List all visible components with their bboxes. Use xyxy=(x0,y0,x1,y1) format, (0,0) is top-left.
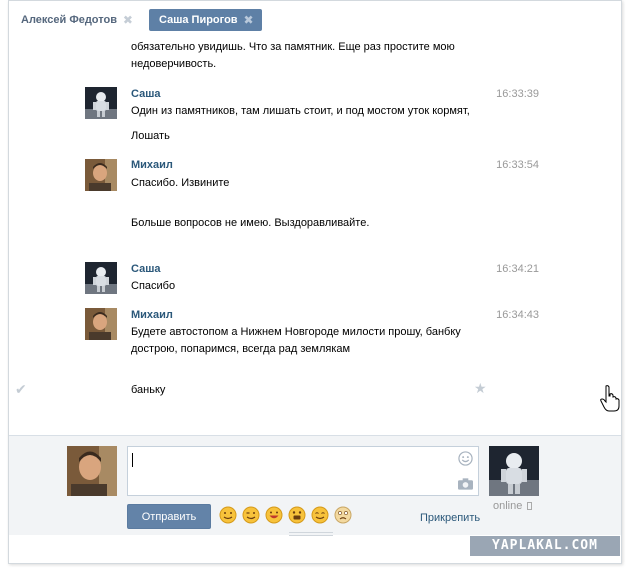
message-line: Спасибо. Извините xyxy=(131,177,230,189)
smile-emoji-icon[interactable] xyxy=(219,506,237,524)
star-icon[interactable]: ★ xyxy=(474,380,487,397)
message-line: недоверчивость. xyxy=(131,58,217,70)
smile-icon[interactable] xyxy=(458,451,473,466)
message-line: Больше вопросов не имею. Выздоравливайте… xyxy=(131,217,370,229)
message-composer: online Отправить Прикрепить xyxy=(9,435,621,536)
mobile-icon xyxy=(527,502,533,510)
emoji-bar xyxy=(219,506,354,526)
avatar-mikhail[interactable] xyxy=(85,308,117,340)
message-author[interactable]: Михаил xyxy=(131,159,173,171)
message-text: Спасибо xyxy=(131,278,511,295)
message-line: Будете автостопом а Нижнем Новгороде мил… xyxy=(131,326,461,338)
message-input[interactable] xyxy=(127,446,479,496)
message-text: баньку xyxy=(131,382,511,399)
message-text: Больше вопросов не имею. Выздоравливайте… xyxy=(131,215,511,232)
watermark-logo: YAPLAKAL.COM xyxy=(470,536,620,556)
attach-link[interactable]: Прикрепить xyxy=(420,512,480,524)
tab-label: Алексей Федотов xyxy=(21,14,117,26)
message-time: 16:34:43 xyxy=(496,309,539,321)
read-check-icon[interactable]: ✔ xyxy=(15,381,27,398)
message-line: обязательно увидишь. Что за памятник. Ещ… xyxy=(131,41,455,53)
astronaut-avatar-icon xyxy=(85,262,117,294)
tab-label: Саша Пирогов xyxy=(159,14,238,26)
peer-avatar[interactable] xyxy=(489,446,539,496)
message-history[interactable]: обязательно увидишь. Что за памятник. Ещ… xyxy=(9,37,621,435)
status-text: online xyxy=(493,500,523,512)
message-time: 16:33:54 xyxy=(496,159,539,171)
message-text: обязательно увидишь. Что за памятник. Ещ… xyxy=(131,39,511,73)
scream-emoji-icon[interactable] xyxy=(288,506,306,524)
avatar-sasha[interactable] xyxy=(85,87,117,119)
person-avatar-icon xyxy=(85,308,117,340)
message-line: Спасибо xyxy=(131,280,176,292)
message-author[interactable]: Саша xyxy=(131,88,160,100)
hand-cursor-icon xyxy=(600,385,620,412)
close-icon[interactable]: ✖ xyxy=(123,9,133,31)
message-author[interactable]: Саша xyxy=(131,263,160,275)
grin-emoji-icon[interactable] xyxy=(265,506,283,524)
astronaut-avatar-icon xyxy=(85,87,117,119)
sad-emoji-icon[interactable] xyxy=(334,506,352,524)
message-time: 16:34:21 xyxy=(496,263,539,275)
message-text: Один из памятников, там лишать стоит, и … xyxy=(131,103,511,120)
person-avatar-icon xyxy=(85,159,117,191)
message-text: Будете автостопом а Нижнем Новгороде мил… xyxy=(131,324,511,358)
person-avatar-icon xyxy=(67,446,117,496)
message-author[interactable]: Михаил xyxy=(131,309,173,321)
my-avatar[interactable] xyxy=(67,446,117,496)
chat-window: Алексей Федотов ✖ Саша Пирогов ✖ обязате… xyxy=(8,0,622,564)
message-line: дострою, попаримся, всегда рад землякам xyxy=(131,343,351,355)
tab-aleksey[interactable]: Алексей Федотов ✖ xyxy=(11,9,141,31)
camera-icon[interactable] xyxy=(458,477,473,490)
blush-emoji-icon[interactable] xyxy=(311,506,329,524)
avatar-sasha[interactable] xyxy=(85,262,117,294)
text-caret xyxy=(132,453,133,467)
send-button[interactable]: Отправить xyxy=(127,504,211,529)
avatar-mikhail[interactable] xyxy=(85,159,117,191)
close-icon[interactable]: ✖ xyxy=(244,9,254,31)
tab-sasha[interactable]: Саша Пирогов ✖ xyxy=(149,9,262,31)
online-status: online xyxy=(493,500,533,512)
message-line: Лошать xyxy=(131,130,170,142)
message-line: баньку xyxy=(131,384,166,396)
resize-grip[interactable] xyxy=(289,532,333,536)
message-text: Лошать xyxy=(131,128,511,145)
wink-emoji-icon[interactable] xyxy=(242,506,260,524)
message-text: Спасибо. Извините xyxy=(131,175,511,192)
message-time: 16:33:39 xyxy=(496,88,539,100)
message-line: Один из памятников, там лишать стоит, и … xyxy=(131,105,470,117)
astronaut-avatar-icon xyxy=(489,446,539,496)
